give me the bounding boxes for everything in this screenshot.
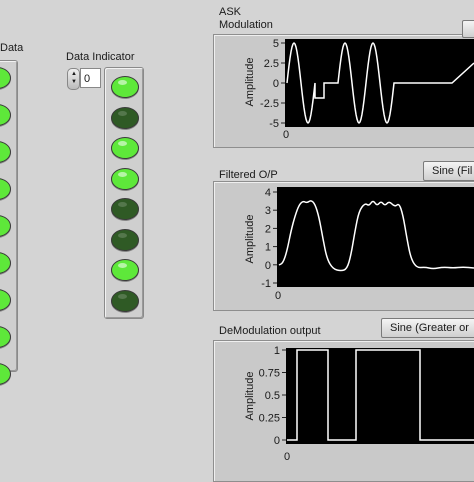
down-arrow-icon: ▼ <box>71 79 77 85</box>
graph2-ylabel: Amplitude <box>244 215 256 264</box>
graph2-xtick-label: 0 <box>275 290 281 302</box>
graph2-title: Filtered O/P <box>219 169 278 181</box>
led-highlight <box>118 171 127 177</box>
data-array-led-3 <box>0 141 11 163</box>
graph1-ytick-label: 2.5 <box>264 58 279 70</box>
graph2-ytick-label: 0 <box>265 260 271 272</box>
graph2-chart: 4 3 2 1 0 -1 0 Amplitude <box>244 187 474 302</box>
graph3-ytick-label: 0.25 <box>259 413 280 425</box>
graph3-ytick-label: 0.5 <box>265 390 280 402</box>
data-array-label: Data <box>0 42 24 54</box>
indicator-led-1 <box>111 76 139 98</box>
index-spinner[interactable]: ▲ ▼ <box>67 68 80 90</box>
indicator-led-2 <box>111 106 139 129</box>
indicator-led-8 <box>111 289 139 312</box>
indicator-led-4 <box>111 167 139 190</box>
graph3-ytick-label: 0 <box>274 435 280 447</box>
indicator-led-6 <box>111 228 139 251</box>
graph1-chart: 5 2.5 0 -2.5 -5 0 Amplitude <box>244 38 474 141</box>
graph2-ytick-label: 3 <box>265 205 271 217</box>
graph1-ytick-label: 0 <box>273 78 279 90</box>
led-highlight <box>118 263 127 268</box>
led-highlight <box>118 232 127 238</box>
led-highlight <box>118 80 127 85</box>
graph2-ytick-label: 2 <box>265 223 271 235</box>
led-highlight <box>118 141 127 146</box>
graph3-chart: 1 0.75 0.5 0.25 00 Amplitude <box>244 345 474 463</box>
graph2-ytick-label: 4 <box>265 187 271 199</box>
graph2-legend-button[interactable]: Sine (Fil <box>423 161 474 181</box>
data-array-led-4 <box>0 178 11 200</box>
data-array-led-2 <box>0 104 11 126</box>
data-array-led-7 <box>0 289 11 311</box>
graph3-xtick-label: 0 <box>284 451 290 463</box>
graph2-ytick-label: -1 <box>261 278 271 290</box>
indicator-led-5 <box>111 198 139 220</box>
graph2-ytick-label: 1 <box>265 242 271 254</box>
data-array-led-5 <box>0 215 11 237</box>
data-array-led-8 <box>0 326 11 348</box>
data-array-led-1 <box>0 67 11 89</box>
graph1-ytick-label: 5 <box>273 38 279 50</box>
graph1-xtick-label: 0 <box>283 129 289 141</box>
data-array <box>0 60 18 385</box>
indicator-led-7 <box>111 259 139 281</box>
led-highlight <box>118 202 127 207</box>
graph3-ylabel: Amplitude <box>244 372 256 421</box>
data-indicator-label: Data Indicator <box>66 51 135 63</box>
graph1-ytick-label: -5 <box>269 118 279 130</box>
graph1-title-line1: ASK <box>219 6 242 18</box>
graph3-plot-area <box>286 348 474 444</box>
indicator-array <box>104 67 144 319</box>
graph3-legend-button[interactable]: Sine (Greater or <box>381 318 474 338</box>
graph1-ytick-label: -2.5 <box>260 98 279 110</box>
graph1-title-line2: Modulation <box>219 19 273 31</box>
data-array-led-6 <box>0 252 11 274</box>
graph1-ylabel: Amplitude <box>244 58 256 107</box>
data-array-led-9 <box>0 363 11 385</box>
graph3-title: DeModulation output <box>219 325 321 337</box>
up-arrow-icon: ▲ <box>71 71 77 77</box>
index-display[interactable]: 0 <box>80 68 101 88</box>
indicator-led-3 <box>111 137 139 159</box>
led-highlight <box>118 293 127 299</box>
led-highlight <box>118 110 127 116</box>
graph3-ytick-label: 1 <box>274 345 280 357</box>
graph3-ytick-label: 0.75 <box>259 368 280 380</box>
